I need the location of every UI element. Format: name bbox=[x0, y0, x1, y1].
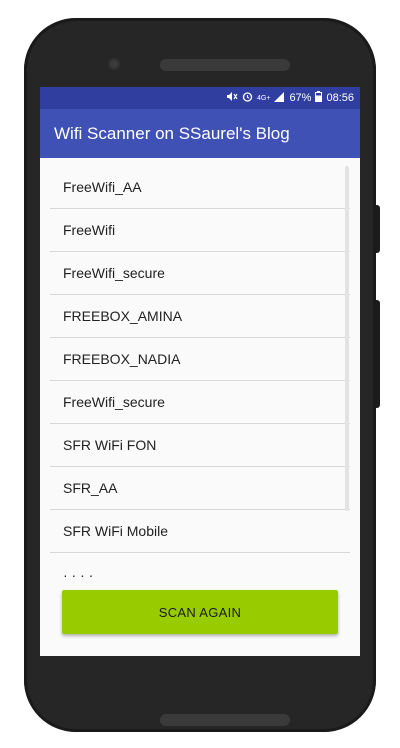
wifi-ssid: SFR WiFi FON bbox=[63, 437, 157, 453]
battery-icon bbox=[315, 91, 323, 105]
scan-again-button[interactable]: SCAN AGAIN bbox=[62, 590, 338, 634]
list-item[interactable]: FreeWifi_secure bbox=[50, 252, 350, 295]
list-item[interactable]: · · · · bbox=[50, 553, 350, 580]
volume-rocker bbox=[375, 300, 380, 408]
alarm-icon bbox=[242, 91, 253, 105]
earpiece-speaker bbox=[160, 59, 290, 71]
clock: 08:56 bbox=[326, 92, 354, 104]
wifi-ssid: FREEBOX_AMINA bbox=[63, 308, 183, 324]
wifi-ssid: FreeWifi_secure bbox=[63, 265, 165, 281]
list-item[interactable]: FreeWifi_secure bbox=[50, 381, 350, 424]
app-screen: 4G+ 67% 08:56 Wifi Scanner on SSaurel's … bbox=[40, 87, 360, 656]
status-bar: 4G+ 67% 08:56 bbox=[40, 87, 360, 109]
main-content: FreeWifi_AA FreeWifi FreeWifi_secure FRE… bbox=[40, 158, 360, 656]
list-item[interactable]: SFR_AA bbox=[50, 467, 350, 510]
wifi-ssid: SFR_AA bbox=[63, 480, 118, 496]
wifi-ssid: · · · · bbox=[63, 567, 94, 580]
signal-icon bbox=[274, 91, 285, 105]
wifi-list[interactable]: FreeWifi_AA FreeWifi FreeWifi_secure FRE… bbox=[50, 166, 350, 580]
app-bar: Wifi Scanner on SSaurel's Blog bbox=[40, 109, 360, 158]
wifi-ssid: FreeWifi_AA bbox=[63, 179, 142, 195]
wifi-ssid: FreeWifi bbox=[63, 222, 116, 238]
wifi-ssid: FreeWifi_secure bbox=[63, 394, 165, 410]
wifi-ssid: SFR WiFi Mobile bbox=[63, 523, 169, 539]
app-title: Wifi Scanner on SSaurel's Blog bbox=[54, 123, 290, 143]
mute-icon bbox=[226, 91, 238, 105]
list-item[interactable]: FREEBOX_NADIA bbox=[50, 338, 350, 381]
bottom-speaker bbox=[160, 714, 290, 726]
power-button bbox=[375, 205, 380, 253]
list-scrollbar[interactable] bbox=[345, 166, 349, 511]
list-item[interactable]: FreeWifi bbox=[50, 209, 350, 252]
network-4g-icon: 4G+ bbox=[257, 94, 271, 102]
list-item[interactable]: SFR WiFi FON bbox=[50, 424, 350, 467]
front-camera-icon bbox=[108, 58, 120, 70]
list-item[interactable]: FreeWifi_AA bbox=[50, 166, 350, 209]
list-item[interactable]: FREEBOX_AMINA bbox=[50, 295, 350, 338]
battery-percent: 67% bbox=[289, 92, 312, 104]
wifi-ssid: FREEBOX_NADIA bbox=[63, 351, 181, 367]
list-item[interactable]: SFR WiFi Mobile bbox=[50, 510, 350, 553]
